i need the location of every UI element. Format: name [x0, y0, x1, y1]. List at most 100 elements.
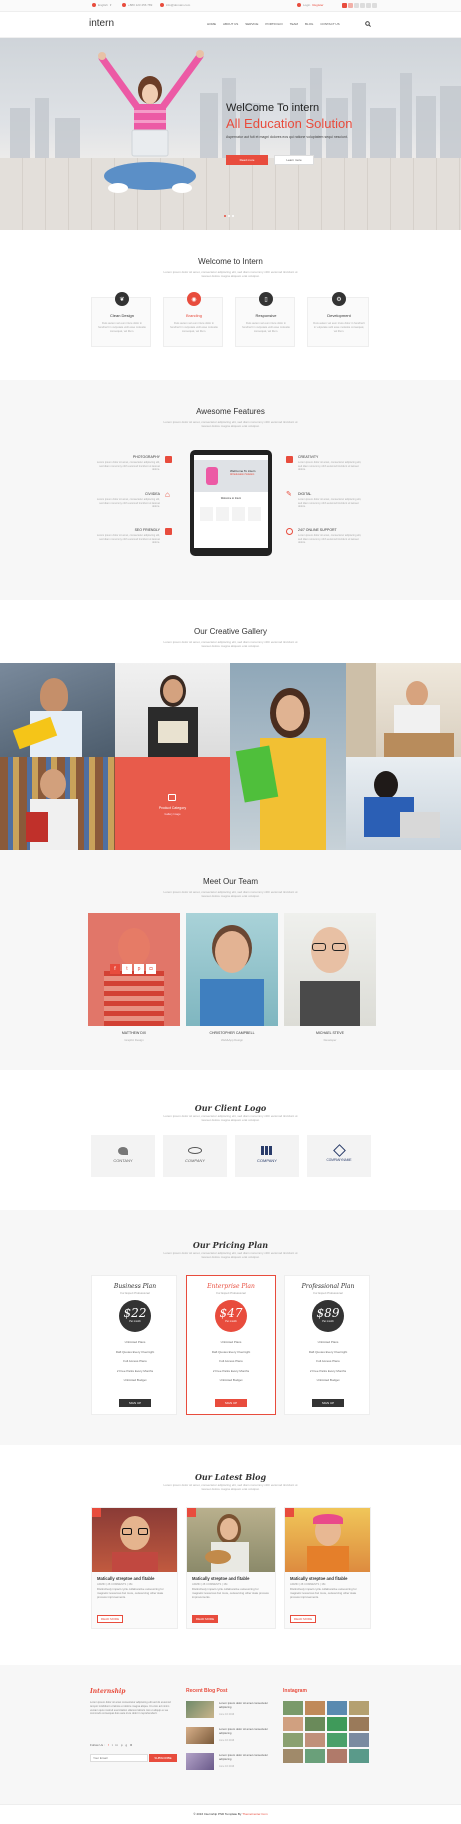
instagram-thumb[interactable]	[283, 1733, 303, 1747]
blog-image[interactable]	[285, 1508, 370, 1572]
recent-post[interactable]: Lorem ipsum dolor sit amet consectetur a…	[186, 1727, 276, 1747]
instagram-thumb[interactable]	[283, 1701, 303, 1715]
read-more-button[interactable]: READ MORE	[290, 1615, 316, 1623]
instagram-thumb[interactable]	[327, 1717, 347, 1731]
instagram-thumb[interactable]	[305, 1717, 325, 1731]
instagram-icon[interactable]	[372, 3, 377, 8]
team-member-photo[interactable]	[186, 913, 278, 1026]
recent-post[interactable]: Lorem ipsum dolor sit amet consectetur a…	[186, 1701, 276, 1721]
hero-learn-more-button[interactable]: Learn more	[274, 155, 314, 165]
gallery-image[interactable]	[230, 663, 346, 850]
instagram-thumb[interactable]	[283, 1717, 303, 1731]
pinterest-icon[interactable]: p	[121, 1743, 123, 1747]
facebook-icon[interactable]	[342, 3, 347, 8]
feature-card-active[interactable]: ◉ Branding Duis autem vel eum iriure dol…	[163, 292, 223, 347]
feature-card[interactable]: ❦ Clean Design Duis autem vel eum iriure…	[91, 292, 151, 347]
linkedin-icon[interactable]: in	[116, 1743, 118, 1747]
main-nav: intern HOME ABOUT US SERVICE PORTFOLIO T…	[0, 12, 461, 38]
gallery-image-hover[interactable]: Product Category Gallery Image	[115, 757, 230, 850]
client-logo[interactable]: COMPANY	[235, 1135, 299, 1177]
instagram-thumb[interactable]	[305, 1701, 325, 1715]
gallery-image[interactable]	[346, 757, 461, 850]
instagram-icon[interactable]: ◘	[146, 964, 156, 974]
read-more-button[interactable]: READ MORE	[97, 1615, 123, 1623]
search-icon[interactable]	[365, 21, 371, 27]
nav-item-team[interactable]: TEAM	[290, 22, 298, 26]
sign-up-button[interactable]: SIGN UP	[119, 1399, 151, 1407]
instagram-thumb[interactable]	[349, 1733, 369, 1747]
nav-item-blog[interactable]: BLOG	[305, 22, 313, 26]
pricing-card[interactable]: Professional Plan For Expert Professiona…	[284, 1275, 370, 1415]
blog-post-title[interactable]: Matically streptoe and fitable	[192, 1576, 249, 1581]
team-member-photo[interactable]	[284, 913, 376, 1026]
nav-item-contact[interactable]: CONTACT US	[320, 22, 339, 26]
sign-up-button[interactable]: SIGN UP	[215, 1399, 247, 1407]
google-plus-icon[interactable]	[354, 3, 359, 8]
blog-image[interactable]	[187, 1508, 275, 1572]
hero-slider: WelCome To intern All Education Solution…	[0, 38, 461, 230]
subscribe-email-input[interactable]	[90, 1754, 148, 1762]
instagram-icon[interactable]: ◘	[130, 1743, 132, 1747]
instagram-thumb[interactable]	[327, 1749, 347, 1763]
facebook-icon[interactable]: f	[108, 1743, 109, 1747]
nav-item-service[interactable]: SERVICE	[245, 22, 258, 26]
recent-post[interactable]: Lorem ipsum dolor sit amet consectetur a…	[186, 1753, 276, 1773]
gallery-image[interactable]	[115, 663, 230, 757]
instagram-thumb[interactable]	[327, 1733, 347, 1747]
gallery-image[interactable]	[0, 757, 115, 850]
twitter-icon[interactable]	[348, 3, 353, 8]
blog-image[interactable]	[92, 1508, 177, 1572]
brand-logo[interactable]: intern	[89, 18, 114, 29]
nav-item-portfolio[interactable]: PORTFOLIO	[265, 22, 282, 26]
linkedin-icon[interactable]	[360, 3, 365, 8]
instagram-thumb[interactable]	[349, 1701, 369, 1715]
client-logo[interactable]: CONTANY	[91, 1135, 155, 1177]
pinterest-icon[interactable]: p	[134, 964, 144, 974]
instagram-thumb[interactable]	[305, 1733, 325, 1747]
feature-card[interactable]: ⚙ Development Duis autem vel eum iriure …	[307, 292, 369, 347]
twitter-icon[interactable]: t	[112, 1743, 113, 1747]
google-plus-icon[interactable]: g	[126, 1743, 128, 1747]
plan-tag: For Expert Professional	[120, 1291, 150, 1295]
subscribe-button[interactable]: SUBSCRIBE	[149, 1754, 177, 1762]
blog-post-title[interactable]: Matically streptoe and fitable	[97, 1576, 154, 1581]
nav-item-home[interactable]: HOME	[207, 22, 216, 26]
credit-link[interactable]: ThemeCenter.Com	[242, 1812, 267, 1816]
instagram-thumb[interactable]	[305, 1749, 325, 1763]
blog-card[interactable]: Matically streptoe and fitable ADMIN | 2…	[284, 1507, 371, 1629]
slider-dot[interactable]	[232, 215, 234, 217]
read-more-button[interactable]: READ MORE	[192, 1615, 218, 1623]
hero-read-more-button[interactable]: Read more	[226, 155, 268, 165]
slider-dot[interactable]	[224, 215, 226, 217]
nav-item-about[interactable]: ABOUT US	[223, 22, 238, 26]
client-logo[interactable]: COMPANY	[163, 1135, 227, 1177]
blog-card[interactable]: Matically streptoe and fitable ADMIN | 2…	[91, 1507, 178, 1629]
login-link[interactable]: Login	[303, 3, 310, 7]
client-logo[interactable]: COMPANYNAME	[307, 1135, 371, 1177]
blog-card[interactable]: Matically streptoe and fitable ADMIN | 2…	[186, 1507, 276, 1629]
instagram-thumb[interactable]	[349, 1717, 369, 1731]
feature-card[interactable]: ▯ Responsive Duis autem vel eum iriure d…	[235, 292, 295, 347]
pinterest-icon[interactable]	[366, 3, 371, 8]
client-logo-text: COMPANY	[257, 1158, 277, 1163]
pricing-card-featured[interactable]: Enterprise Plan For Expert Professional …	[186, 1275, 276, 1415]
team-member-photo[interactable]: f t p ◘	[88, 913, 180, 1026]
twitter-icon[interactable]: t	[122, 964, 132, 974]
team-member-name: CHRISTOPHER CAMPBELL	[209, 1031, 255, 1035]
facebook-icon[interactable]: f	[110, 964, 120, 974]
language-selector[interactable]: English ▾	[92, 3, 111, 7]
slider-dot[interactable]	[228, 215, 230, 217]
instagram-thumb[interactable]	[349, 1749, 369, 1763]
sign-up-button[interactable]: SIGN UP	[312, 1399, 344, 1407]
feature-item-title: PHOTOGRAPHY	[132, 455, 160, 459]
blog-post-title[interactable]: Matically streptoe and fitable	[290, 1576, 347, 1581]
footer-follow: Follow Us : f t in p g ◘	[90, 1743, 132, 1747]
recent-post-title: Lorem ipsum dolor sit amet consectetur a…	[219, 1701, 268, 1709]
instagram-thumb[interactable]	[327, 1701, 347, 1715]
instagram-thumb[interactable]	[283, 1749, 303, 1763]
pricing-card[interactable]: Business Plan For Expert Professional $2…	[91, 1275, 177, 1415]
gallery-image[interactable]	[0, 663, 115, 757]
register-link[interactable]: Register	[312, 3, 323, 7]
zoom-icon[interactable]	[168, 794, 176, 801]
gallery-image[interactable]	[346, 663, 461, 757]
